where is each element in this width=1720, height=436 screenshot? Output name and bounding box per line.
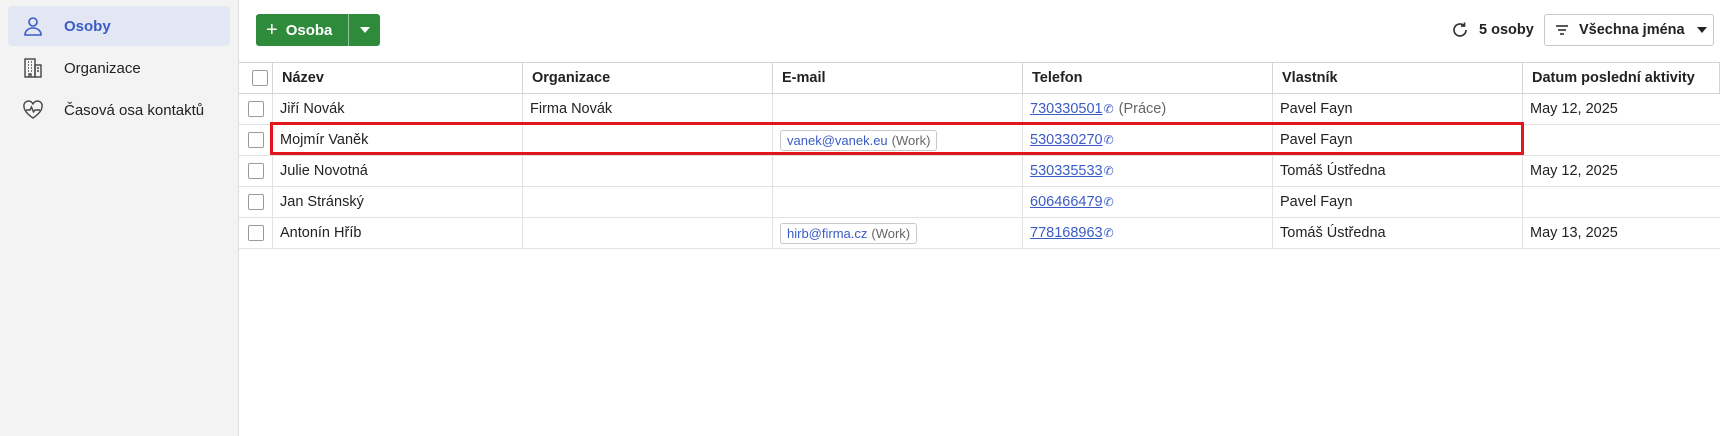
column-header-phone[interactable]: Telefon bbox=[1023, 63, 1273, 93]
chevron-down-icon bbox=[1696, 27, 1707, 33]
record-count: 5 osoby bbox=[1451, 14, 1534, 46]
sidebar-item-label: Osoby bbox=[64, 17, 111, 35]
row-checkbox[interactable] bbox=[247, 194, 264, 210]
person-last-activity: May 12, 2025 bbox=[1530, 101, 1618, 117]
add-options-dropdown-button[interactable] bbox=[348, 14, 381, 46]
email-chip: hirb@firma.cz (Work) bbox=[780, 222, 918, 244]
filter-label: Všechna jména bbox=[1579, 22, 1685, 38]
sidebar-item-osoby[interactable]: Osoby bbox=[8, 6, 230, 46]
person-phone-cell: 778168963 ✆ bbox=[1023, 218, 1273, 248]
person-owner[interactable]: Tomáš Ústředna bbox=[1273, 218, 1523, 248]
phone-link[interactable]: 530330270 bbox=[1030, 132, 1103, 148]
person-name[interactable]: Julie Novotná bbox=[273, 156, 523, 186]
select-all-cell bbox=[239, 63, 273, 93]
phone-link[interactable]: 606466479 bbox=[1030, 194, 1103, 210]
sidebar-item-label: Organizace bbox=[64, 59, 141, 77]
person-owner[interactable]: Pavel Fayn bbox=[1273, 125, 1523, 155]
person-phone-cell: 606466479 ✆ bbox=[1023, 187, 1273, 217]
person-organization[interactable] bbox=[523, 125, 773, 155]
email-link[interactable]: hirb@firma.cz bbox=[787, 226, 867, 241]
person-phone-cell: 530335533 ✆ bbox=[1023, 156, 1273, 186]
person-last-activity bbox=[1523, 187, 1720, 217]
persons-table: Název Organizace E-mail Telefon Vlastník… bbox=[239, 62, 1720, 249]
sidebar-item-casova-osa[interactable]: Časová osa kontaktů bbox=[8, 90, 230, 130]
table-header-row: Název Organizace E-mail Telefon Vlastník… bbox=[239, 63, 1720, 94]
person-owner[interactable]: Pavel Fayn bbox=[1273, 94, 1523, 124]
table-row[interactable]: Antonín Hříb hirb@firma.cz (Work) 7781689… bbox=[239, 218, 1720, 249]
table-row[interactable]: Julie Novotná 530335533 ✆ Tomáš Ústředna … bbox=[239, 156, 1720, 187]
person-email-cell: hirb@firma.cz (Work) bbox=[773, 218, 1023, 248]
phone-icon[interactable]: ✆ bbox=[1104, 195, 1114, 209]
person-last-activity bbox=[1523, 125, 1720, 155]
phone-icon[interactable]: ✆ bbox=[1104, 133, 1114, 147]
phone-type: (Práce) bbox=[1118, 101, 1167, 117]
add-person-label: Osoba bbox=[285, 21, 333, 39]
row-checkbox[interactable] bbox=[247, 132, 264, 148]
row-select-cell bbox=[239, 156, 273, 186]
filter-icon bbox=[1556, 25, 1568, 35]
person-owner[interactable]: Tomáš Ústředna bbox=[1273, 156, 1523, 186]
sidebar-item-organizace[interactable]: Organizace bbox=[8, 48, 230, 88]
phone-icon[interactable]: ✆ bbox=[1104, 164, 1114, 178]
toolbar: + Osoba 5 osoby Všechna jména bbox=[239, 0, 1720, 62]
sidebar-item-label: Časová osa kontaktů bbox=[64, 101, 205, 119]
row-select-cell bbox=[239, 125, 273, 155]
filter-dropdown[interactable]: Všechna jména bbox=[1544, 14, 1714, 46]
plus-icon: + bbox=[266, 19, 278, 41]
select-all-checkbox[interactable] bbox=[252, 70, 268, 86]
person-name[interactable]: Antonín Hříb bbox=[273, 218, 523, 248]
phone-link[interactable]: 730330501 bbox=[1030, 101, 1103, 117]
refresh-icon[interactable] bbox=[1451, 21, 1469, 39]
heart-pulse-icon bbox=[22, 99, 44, 121]
column-header-name[interactable]: Název bbox=[273, 63, 523, 93]
person-organization[interactable] bbox=[523, 156, 773, 186]
phone-icon[interactable]: ✆ bbox=[1104, 226, 1114, 240]
add-person-button-group: + Osoba bbox=[256, 14, 381, 46]
column-header-email[interactable]: E-mail bbox=[773, 63, 1023, 93]
person-organization[interactable]: Firma Novák bbox=[523, 94, 773, 124]
sidebar: Osoby Organizace Časová osa kontaktů bbox=[0, 0, 239, 436]
table-row[interactable]: Jiří Novák Firma Novák 730330501 ✆ (Práce)… bbox=[239, 94, 1720, 125]
person-owner[interactable]: Pavel Fayn bbox=[1273, 187, 1523, 217]
add-person-button[interactable]: + Osoba bbox=[256, 14, 349, 46]
person-email-cell bbox=[773, 156, 1023, 186]
chevron-down-icon bbox=[359, 27, 370, 33]
person-name[interactable]: Mojmír Vaněk bbox=[273, 125, 523, 155]
person-email-cell bbox=[773, 94, 1023, 124]
row-checkbox[interactable] bbox=[247, 101, 264, 117]
column-header-last-activity[interactable]: Datum poslední aktivity bbox=[1523, 63, 1720, 93]
person-email-cell bbox=[773, 187, 1023, 217]
email-chip: vanek@vanek.eu (Work) bbox=[780, 129, 938, 151]
person-email-cell: vanek@vanek.eu (Work) bbox=[773, 125, 1023, 155]
table-row[interactable]: Mojmír Vaněk vanek@vanek.eu (Work) 530330… bbox=[239, 125, 1720, 156]
person-organization[interactable] bbox=[523, 218, 773, 248]
email-type: (Work) bbox=[891, 132, 931, 148]
email-type: (Work) bbox=[871, 225, 911, 241]
row-checkbox[interactable] bbox=[247, 225, 264, 241]
column-header-owner[interactable]: Vlastník bbox=[1273, 63, 1523, 93]
email-link[interactable]: vanek@vanek.eu bbox=[787, 133, 888, 148]
phone-icon[interactable]: ✆ bbox=[1104, 102, 1114, 116]
record-count-label: 5 osoby bbox=[1479, 22, 1534, 38]
person-last-activity: May 12, 2025 bbox=[1530, 163, 1618, 179]
row-checkbox[interactable] bbox=[247, 163, 264, 179]
person-name[interactable]: Jan Stránský bbox=[273, 187, 523, 217]
phone-link[interactable]: 778168963 bbox=[1030, 225, 1103, 241]
person-phone-cell: 730330501 ✆ (Práce) bbox=[1023, 94, 1273, 124]
phone-link[interactable]: 530335533 bbox=[1030, 163, 1103, 179]
table-row[interactable]: Jan Stránský 606466479 ✆ Pavel Fayn bbox=[239, 187, 1720, 218]
row-select-cell bbox=[239, 218, 273, 248]
person-organization[interactable] bbox=[523, 187, 773, 217]
person-last-activity: May 13, 2025 bbox=[1530, 225, 1618, 241]
column-header-organization[interactable]: Organizace bbox=[523, 63, 773, 93]
row-select-cell bbox=[239, 94, 273, 124]
person-phone-cell: 530330270 ✆ bbox=[1023, 125, 1273, 155]
person-icon bbox=[22, 15, 44, 37]
row-select-cell bbox=[239, 187, 273, 217]
person-name[interactable]: Jiří Novák bbox=[273, 94, 523, 124]
building-icon bbox=[22, 57, 44, 79]
